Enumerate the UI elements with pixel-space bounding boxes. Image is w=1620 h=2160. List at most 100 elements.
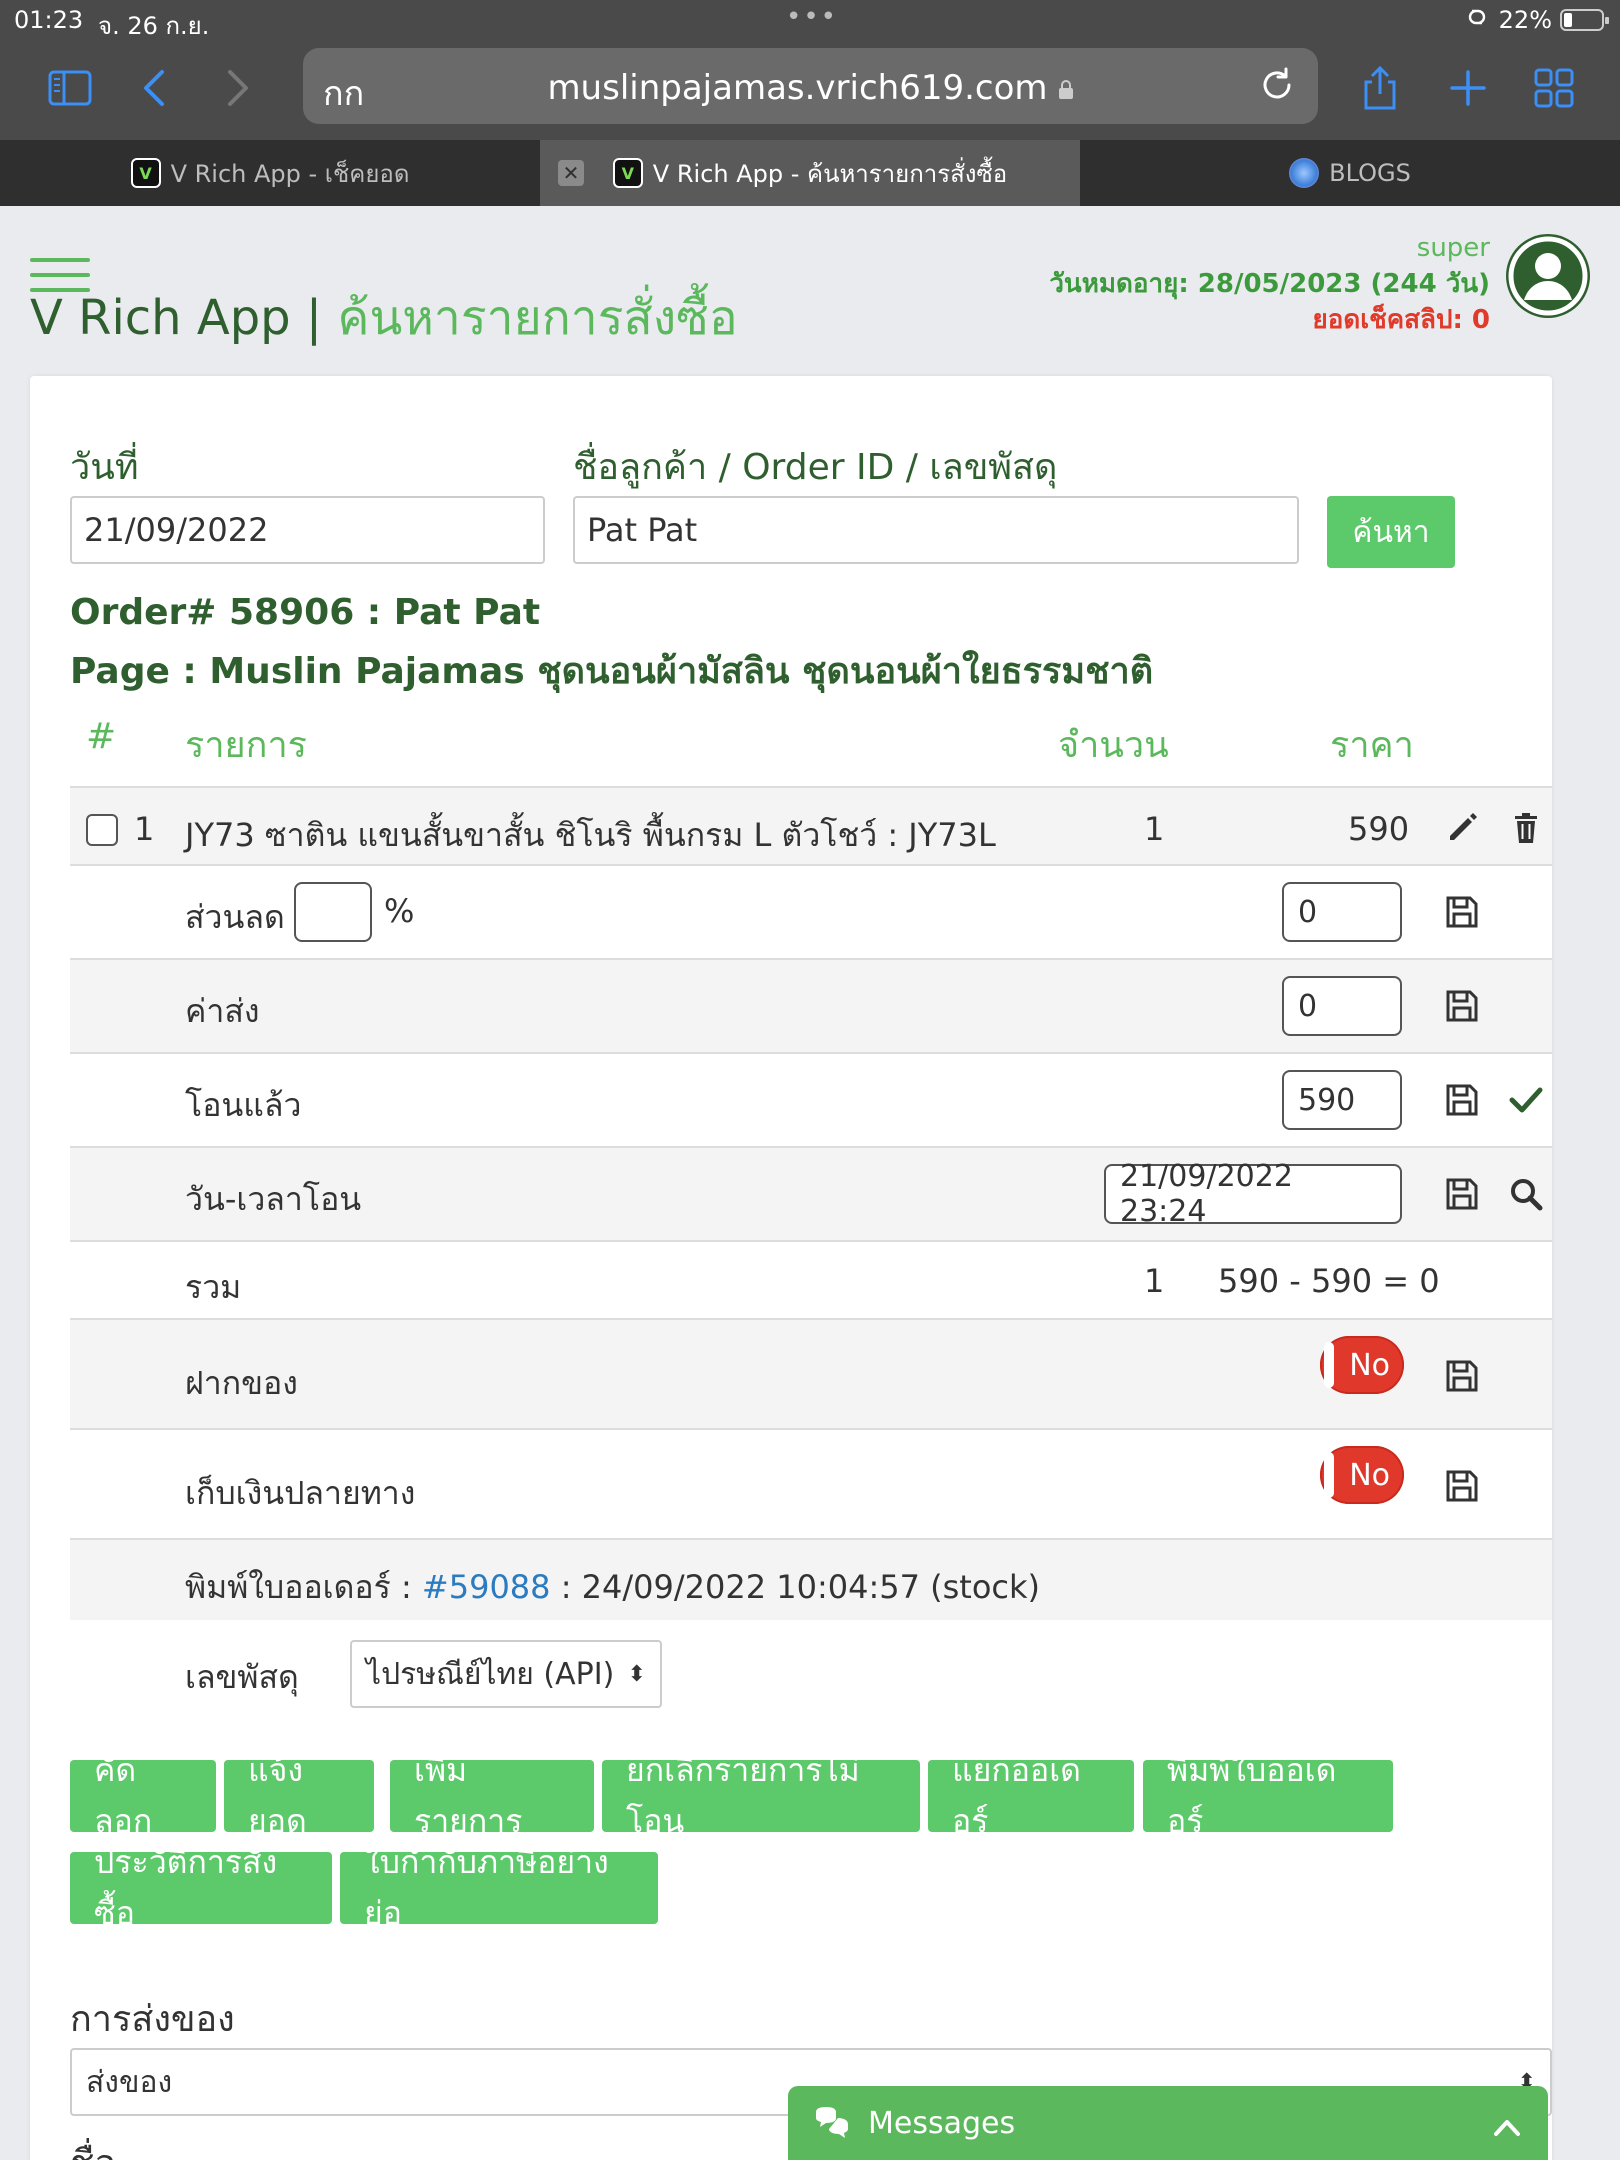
delivery-label: การส่งของ: [70, 1999, 235, 2040]
cod-row: เก็บเงินปลายทาง No: [70, 1430, 1552, 1540]
print-order-button[interactable]: พิมพ์ใบออเดอร์: [1143, 1751, 1393, 1840]
save-icon[interactable]: [1442, 986, 1482, 1026]
search-button[interactable]: ค้นหา: [1327, 496, 1455, 568]
messages-label: Messages: [868, 2106, 1016, 2141]
cod-label: เก็บเงินปลายทาง: [185, 1474, 416, 1512]
lock-icon: [1058, 79, 1073, 99]
print-info-row: พิมพ์ใบออเดอร์ : #59088 : 24/09/2022 10:…: [70, 1540, 1552, 1620]
item-number: 1: [134, 810, 155, 848]
total-label: รวม: [185, 1268, 242, 1306]
delete-icon[interactable]: [1506, 808, 1546, 848]
cod-toggle[interactable]: No: [1320, 1446, 1404, 1504]
tabs-overview-icon[interactable]: [1524, 58, 1584, 118]
date-label: วันที่: [70, 447, 139, 488]
tab-blogs[interactable]: BLOGS: [1080, 140, 1620, 206]
discount-amount-input[interactable]: 0: [1282, 882, 1402, 942]
messages-widget[interactable]: Messages: [788, 2086, 1548, 2160]
tracking-carrier-select[interactable]: ไปรษณีย์ไทย (API) ⬍: [350, 1640, 662, 1708]
chat-icon: [816, 2107, 848, 2138]
status-time: 01:23: [14, 6, 84, 34]
save-icon[interactable]: [1442, 892, 1482, 932]
item-row: 1 JY73 ซาติน แขนสั้นขาสั้น ชิโนริ พื้นกร…: [70, 786, 1552, 866]
edit-icon[interactable]: [1442, 808, 1482, 848]
notify-total-button[interactable]: แจ้งยอด: [224, 1751, 374, 1840]
address-bar[interactable]: กก muslinpajamas.vrich619.com: [303, 48, 1318, 124]
user-icon: [1508, 236, 1588, 316]
col-header-price: ราคา: [1330, 725, 1414, 766]
tracking-row: เลขพัสดุ ไปรษณีย์ไทย (API) ⬍: [70, 1620, 1552, 1726]
reload-icon[interactable]: [1256, 64, 1298, 106]
split-order-button[interactable]: แยกออเดอร์: [928, 1751, 1134, 1840]
url-text: muslinpajamas.vrich619.com: [547, 68, 1048, 108]
close-tab-icon[interactable]: ✕: [558, 160, 584, 186]
col-header-qty: จำนวน: [1058, 725, 1169, 766]
total-value: 590 - 590 = 0: [1218, 1262, 1440, 1300]
avatar[interactable]: [1506, 234, 1590, 318]
chevron-up-icon[interactable]: [1490, 2110, 1524, 2144]
paid-label: โอนแล้ว: [185, 1086, 302, 1124]
col-header-num: #: [86, 716, 117, 757]
col-header-item: รายการ: [185, 725, 307, 766]
page-title: V Rich App | ค้นหารายการสั่งซื้อ: [30, 280, 738, 356]
status-bar: 01:23 จ. 26 ก.ย. ••• 22%: [0, 0, 1620, 40]
shipping-input[interactable]: 0: [1282, 976, 1402, 1036]
new-tab-icon[interactable]: [1438, 58, 1498, 118]
print-prefix: พิมพ์ใบออเดอร์ :: [185, 1568, 422, 1606]
item-qty: 1: [1144, 810, 1165, 848]
total-qty: 1: [1144, 1262, 1165, 1300]
order-card: วันที่ 21/09/2022 ชื่อลูกค้า / Order ID …: [30, 376, 1552, 2160]
print-order-link[interactable]: #59088: [422, 1568, 551, 1606]
order-history-button[interactable]: ประวัติการสั่งซื้อ: [70, 1843, 332, 1932]
discount-percent-input[interactable]: [294, 882, 372, 942]
order-page: Page : Muslin Pajamas ชุดนอนผ้ามัสลิน ชุ…: [70, 651, 1154, 692]
print-suffix: : 24/09/2022 10:04:57 (stock): [550, 1568, 1041, 1606]
cancel-unpaid-button[interactable]: ยกเลิกรายการไม่โอน: [602, 1751, 920, 1840]
tab-search-orders[interactable]: V V Rich App - ค้นหารายการสั่งซื้อ: [540, 140, 1080, 206]
discount-label: ส่วนลด: [185, 898, 285, 936]
tracking-carrier-value: ไปรษณีย์ไทย (API): [366, 1656, 615, 1692]
tab-label: V Rich App - ค้นหารายการสั่งซื้อ: [652, 159, 1008, 188]
brand-name: V Rich App |: [30, 290, 323, 346]
query-label: ชื่อลูกค้า / Order ID / เลขพัสดุ: [573, 447, 1058, 488]
paid-time-row: วัน-เวลาโอน 21/09/2022 23:24: [70, 1148, 1552, 1242]
search-icon[interactable]: [1506, 1174, 1546, 1214]
deposit-label: ฝากของ: [185, 1364, 298, 1402]
share-icon[interactable]: [1350, 58, 1410, 118]
date-input[interactable]: 21/09/2022: [70, 496, 545, 564]
paid-row: โอนแล้ว 590: [70, 1054, 1552, 1148]
search-input[interactable]: Pat Pat: [573, 496, 1299, 564]
order-title: Order# 58906 : Pat Pat: [70, 592, 541, 633]
name-label: ชื่อ: [70, 2134, 116, 2160]
multitask-dots-icon[interactable]: •••: [786, 2, 838, 32]
tab-check-total[interactable]: V V Rich App - เช็คยอด: [0, 140, 540, 206]
sidebar-icon[interactable]: [40, 58, 100, 118]
slip-check-count: ยอดเช็คสลิป: 0: [1312, 305, 1490, 335]
forward-icon[interactable]: [206, 58, 266, 118]
back-icon[interactable]: [126, 58, 186, 118]
save-icon[interactable]: [1442, 1356, 1482, 1396]
delivery-value: ส่งของ: [86, 2064, 173, 2100]
select-caret-icon: ⬍: [627, 1661, 646, 1687]
tax-invoice-button[interactable]: ใบกำกับภาษีอย่างย่อ: [340, 1843, 658, 1932]
save-icon[interactable]: [1442, 1174, 1482, 1214]
page-subtitle: ค้นหารายการสั่งซื้อ: [337, 290, 738, 346]
paid-time-input[interactable]: 21/09/2022 23:24: [1104, 1159, 1402, 1229]
deposit-toggle[interactable]: No: [1320, 1336, 1404, 1394]
paid-amount-input[interactable]: 590: [1282, 1070, 1402, 1130]
tab-bar: V V Rich App - เช็คยอด V V Rich App - ค้…: [0, 140, 1620, 206]
browser-toolbar: กก muslinpajamas.vrich619.com: [0, 40, 1620, 140]
total-row: รวม 1 590 - 590 = 0: [70, 1242, 1552, 1320]
add-item-button[interactable]: เพิ่มรายการ: [390, 1751, 594, 1840]
copy-button[interactable]: คัดลอก: [70, 1751, 216, 1840]
save-icon[interactable]: [1442, 1080, 1482, 1120]
discount-row: ส่วนลด % 0: [70, 866, 1552, 960]
item-checkbox[interactable]: [86, 814, 118, 846]
percent-sign: %: [384, 892, 415, 930]
tab-label: V Rich App - เช็คยอด: [170, 159, 410, 188]
battery-percent: 22%: [1498, 6, 1552, 34]
item-name: JY73 ซาติน แขนสั้นขาสั้น ชิโนริ พื้นกรม …: [185, 816, 996, 854]
tab-label: BLOGS: [1329, 159, 1411, 187]
save-icon[interactable]: [1442, 1466, 1482, 1506]
username: super: [1416, 233, 1490, 263]
blog-favicon-icon: [1289, 158, 1320, 188]
